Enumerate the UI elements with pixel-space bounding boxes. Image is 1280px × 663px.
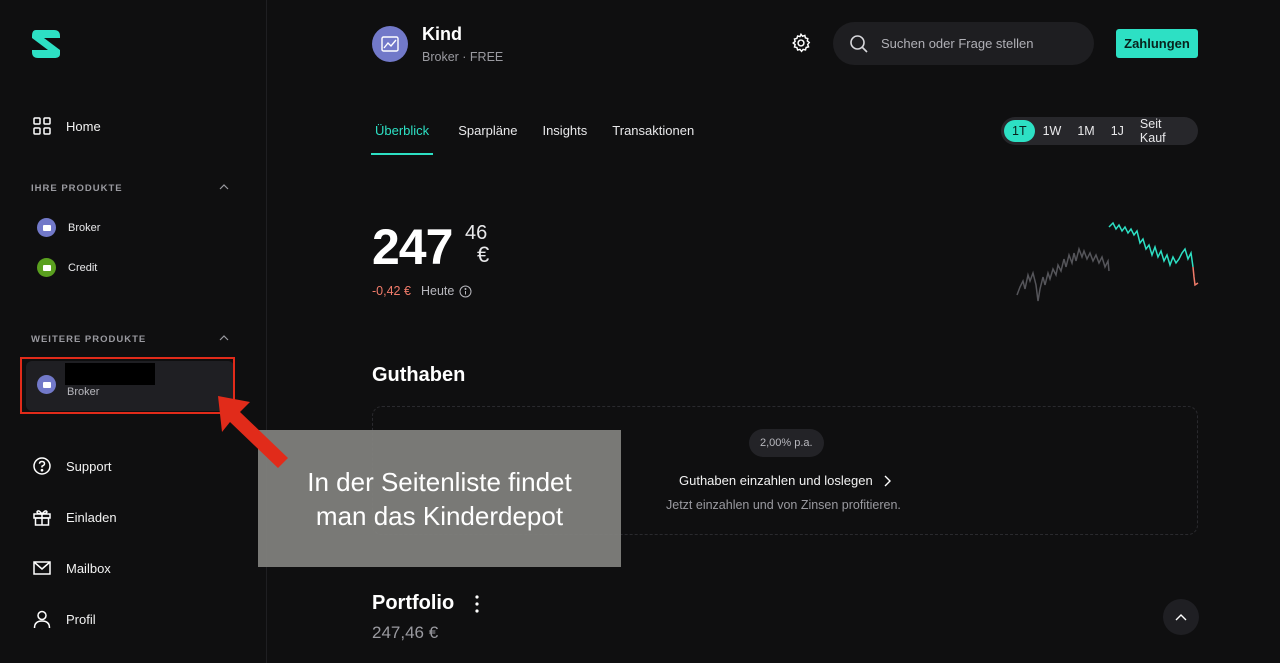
user-icon bbox=[33, 610, 51, 629]
nav-mailbox[interactable]: Mailbox bbox=[32, 558, 111, 578]
annotation-arrow-icon bbox=[218, 396, 288, 468]
nav-profil[interactable]: Profil bbox=[32, 609, 96, 629]
chevron-up-icon[interactable] bbox=[219, 333, 229, 343]
product-broker[interactable]: Broker bbox=[37, 218, 100, 237]
annotation-text: In der Seitenliste findet man das Kinder… bbox=[307, 466, 572, 531]
nav-home-label: Home bbox=[66, 118, 101, 134]
range-1j[interactable]: 1J bbox=[1103, 120, 1132, 142]
chevron-up-icon[interactable] bbox=[219, 182, 229, 192]
guthaben-deposit-link[interactable]: Guthaben einzahlen und loslegen bbox=[679, 473, 891, 488]
range-selector: 1T 1W 1M 1J Seit Kauf bbox=[1001, 117, 1198, 145]
product-credit-label: Credit bbox=[68, 261, 98, 274]
product-broker-label: Broker bbox=[68, 221, 101, 234]
guthaben-link-label: Guthaben einzahlen und loslegen bbox=[679, 473, 873, 488]
highlight-box bbox=[20, 357, 235, 414]
help-icon bbox=[33, 457, 51, 475]
range-1m[interactable]: 1M bbox=[1069, 120, 1102, 142]
nav-einladen[interactable]: Einladen bbox=[32, 507, 117, 527]
chevron-right-icon bbox=[884, 475, 891, 486]
sparkline-previous bbox=[1016, 246, 1110, 302]
value-change: -0,42 € bbox=[372, 284, 411, 298]
range-1t[interactable]: 1T bbox=[1004, 120, 1035, 142]
nav-einladen-label: Einladen bbox=[66, 509, 117, 525]
range-1w[interactable]: 1W bbox=[1035, 120, 1070, 142]
broker-icon bbox=[37, 218, 56, 237]
portfolio-value: 247,46 € bbox=[372, 623, 439, 642]
product-credit[interactable]: Credit bbox=[37, 258, 97, 277]
search-icon bbox=[850, 34, 868, 53]
sparkline-today bbox=[1108, 221, 1194, 268]
gear-icon[interactable] bbox=[790, 32, 812, 54]
annotation-callout: In der Seitenliste findet man das Kinder… bbox=[258, 430, 621, 567]
logo-icon[interactable] bbox=[30, 28, 62, 60]
grid-icon bbox=[33, 117, 51, 135]
mail-icon bbox=[33, 561, 51, 575]
chart-image-icon bbox=[381, 36, 399, 52]
search-input[interactable] bbox=[879, 35, 1083, 52]
tab-insights[interactable]: Insights bbox=[542, 112, 587, 155]
intraday-sparkline bbox=[1016, 221, 1199, 302]
gift-icon bbox=[33, 510, 51, 526]
nav-profil-label: Profil bbox=[66, 611, 96, 627]
scroll-top-button[interactable] bbox=[1163, 599, 1199, 635]
value-change-period: Heute bbox=[421, 284, 472, 298]
nav-home[interactable]: Home bbox=[32, 116, 101, 136]
credit-icon bbox=[37, 258, 56, 277]
guthaben-subtext: Jetzt einzahlen und von Zinsen profitier… bbox=[666, 498, 901, 512]
account-avatar bbox=[372, 26, 408, 62]
nav-support[interactable]: Support bbox=[32, 456, 112, 476]
sparkline-today-drop bbox=[1192, 266, 1199, 287]
sidebar: Home IHRE PRODUKTE Broker Credit WEITERE… bbox=[0, 0, 267, 663]
search-bar[interactable] bbox=[833, 22, 1094, 65]
tab-bar: Überblick Sparpläne Insights Transaktion… bbox=[371, 112, 719, 155]
section-other-products: WEITERE PRODUKTE bbox=[31, 334, 147, 345]
section-own-products: IHRE PRODUKTE bbox=[31, 183, 123, 194]
portfolio-title: Portfolio bbox=[372, 592, 455, 614]
portfolio-value-currency: € bbox=[477, 242, 490, 267]
info-icon[interactable] bbox=[459, 285, 472, 298]
nav-mailbox-label: Mailbox bbox=[66, 560, 111, 576]
more-vertical-icon[interactable] bbox=[469, 593, 485, 615]
portfolio-value-integer: 247 bbox=[372, 219, 453, 275]
chevron-up-icon bbox=[1175, 614, 1187, 621]
tab-sparplaene[interactable]: Sparpläne bbox=[458, 112, 517, 155]
account-sub: Broker · FREE bbox=[422, 50, 504, 64]
nav-support-label: Support bbox=[66, 458, 112, 474]
account-name: Kind bbox=[422, 24, 462, 44]
tab-transaktionen[interactable]: Transaktionen bbox=[612, 112, 694, 155]
range-seit-kauf[interactable]: Seit Kauf bbox=[1132, 117, 1198, 145]
today-label: Heute bbox=[421, 284, 455, 298]
tab-ueberblick[interactable]: Überblick bbox=[371, 112, 434, 155]
interest-rate-badge: 2,00% p.a. bbox=[749, 429, 824, 457]
payments-button[interactable]: Zahlungen bbox=[1116, 29, 1198, 58]
guthaben-title: Guthaben bbox=[372, 364, 466, 386]
